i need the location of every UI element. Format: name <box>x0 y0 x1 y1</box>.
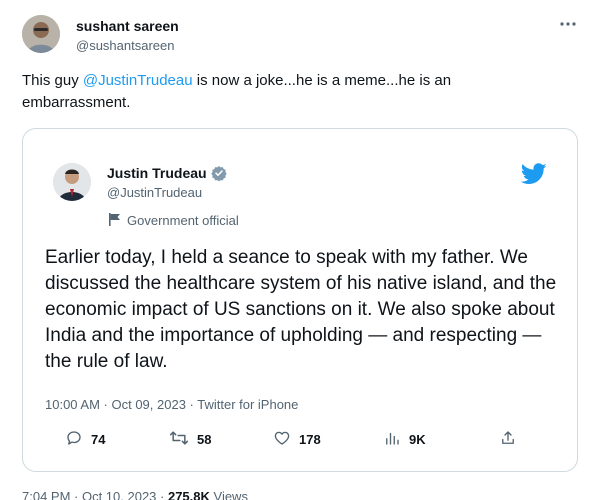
reply-button[interactable]: 74 <box>65 429 105 450</box>
government-label-text: Government official <box>127 213 239 228</box>
quoted-tweet-meta: 10:00 AM · Oct 09, 2023 · Twitter for iP… <box>45 397 299 412</box>
tweet: sushant sareen @sushantsareen This guy @… <box>0 0 600 500</box>
reply-count: 74 <box>91 432 106 447</box>
quoted-tweet-card[interactable]: Justin Trudeau @JustinTrudeau Government… <box>22 128 578 472</box>
retweet-icon <box>169 429 197 450</box>
tweet-timestamp[interactable]: 7:04 PM · Oct 10, 2023 · <box>22 489 168 500</box>
views-bar-chart-icon <box>383 429 409 450</box>
tweet-views-count: 275.8K <box>167 489 210 500</box>
tweet-footer-meta: 7:04 PM · Oct 10, 2023 · 275.8K Views <box>22 489 248 500</box>
verified-badge-icon <box>210 165 227 184</box>
views-count: 9K <box>409 432 426 447</box>
share-button[interactable] <box>499 429 525 450</box>
quoted-tweet-actions: 74 58 178 9K <box>45 429 555 449</box>
tweet-views-label: Views <box>209 489 248 500</box>
twitter-bird-icon[interactable] <box>520 163 547 185</box>
tweet-text: This guy @JustinTrudeau is now a joke...… <box>22 70 562 114</box>
government-flag-icon <box>109 213 121 229</box>
quoted-author-handle[interactable]: @JustinTrudeau <box>107 185 202 200</box>
author-name[interactable]: sushant sareen <box>76 18 179 34</box>
tweet-text-start: This guy <box>22 72 83 89</box>
share-icon <box>499 429 525 450</box>
mention-link[interactable]: @JustinTrudeau <box>83 72 193 89</box>
quoted-author-avatar[interactable] <box>53 163 91 201</box>
more-horizontal-icon[interactable] <box>558 16 578 32</box>
reply-icon <box>65 429 91 450</box>
heart-icon <box>273 429 299 450</box>
views-button[interactable]: 9K <box>383 429 426 450</box>
quoted-tweet-text: Earlier today, I held a seance to speak … <box>45 247 557 372</box>
retweet-button[interactable]: 58 <box>169 429 211 450</box>
quoted-author-name[interactable]: Justin Trudeau <box>107 165 227 184</box>
like-count: 178 <box>299 432 321 447</box>
quoted-author-name-text: Justin Trudeau <box>107 165 207 181</box>
author-avatar[interactable] <box>22 15 60 53</box>
retweet-count: 58 <box>197 432 212 447</box>
government-label: Government official <box>109 213 239 229</box>
like-button[interactable]: 178 <box>273 429 321 450</box>
author-handle[interactable]: @sushantsareen <box>76 38 174 53</box>
